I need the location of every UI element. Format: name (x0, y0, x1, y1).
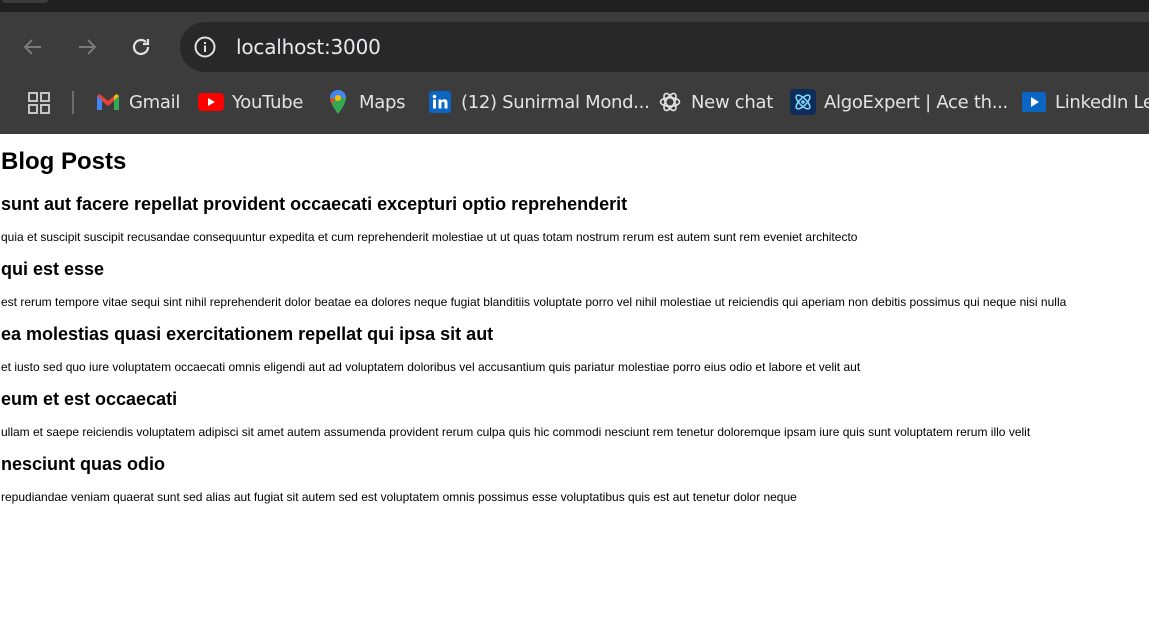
bookmark-algoexpert[interactable]: AlgoExpert | Ace th... (790, 82, 1008, 122)
bookmarks-bar: Gmail YouTube Maps (12) Sunirmal Mond... (0, 82, 1149, 122)
bookmark-linkedin[interactable]: (12) Sunirmal Mond... (427, 82, 650, 122)
bookmark-label: LinkedIn Lea (1055, 91, 1149, 113)
address-bar-url[interactable]: localhost:3000 (236, 22, 381, 72)
post-body: repudiandae veniam quaerat sunt sed alia… (1, 490, 797, 504)
bookmark-new-chat[interactable]: New chat (657, 82, 773, 122)
bookmark-gmail[interactable]: Gmail (95, 82, 180, 122)
bookmark-label: YouTube (232, 91, 304, 113)
post-title: qui est esse (1, 259, 105, 279)
address-bar[interactable]: localhost:3000 (180, 22, 1149, 72)
post-body: ullam et saepe reiciendis voluptatem adi… (1, 425, 1031, 439)
linkedin-icon (427, 89, 453, 115)
apps-grid-icon[interactable] (26, 90, 52, 116)
chatgpt-icon (657, 89, 683, 115)
bookmark-youtube[interactable]: YouTube (198, 82, 303, 122)
post-body: et iusto sed quo iure voluptatem occaeca… (1, 360, 861, 374)
bookmark-linkedin-learning[interactable]: LinkedIn Lea (1021, 82, 1149, 122)
maps-icon (325, 89, 351, 115)
site-info-icon[interactable] (192, 34, 218, 60)
arrow-right-icon (79, 39, 97, 55)
gmail-icon (95, 89, 121, 115)
post-body: quia et suscipit suscipit recusandae con… (1, 230, 858, 244)
page-content: Blog Posts sunt aut facere repellat prov… (0, 134, 1149, 634)
page-title: Blog Posts (1, 148, 127, 175)
tab[interactable] (2, 0, 48, 3)
browser-chrome: localhost:3000 Gmail YouTube Maps (12) S… (0, 0, 1149, 134)
linkedin-learning-icon (1021, 89, 1047, 115)
post-title: eum et est occaecati (1, 389, 178, 409)
reload-button[interactable] (121, 27, 161, 67)
browser-toolbar: localhost:3000 (0, 12, 1149, 82)
bookmark-label: (12) Sunirmal Mond... (461, 91, 650, 113)
algoexpert-icon (790, 89, 816, 115)
youtube-icon (198, 89, 224, 115)
tab-strip (0, 0, 1149, 12)
post-body: est rerum tempore vitae sequi sint nihil… (1, 295, 1067, 309)
bookmark-maps[interactable]: Maps (325, 82, 405, 122)
post-title: sunt aut facere repellat provident occae… (1, 194, 628, 214)
arrow-left-icon (23, 39, 41, 55)
bookmark-label: Gmail (129, 91, 181, 113)
post-title: nesciunt quas odio (1, 454, 166, 474)
bookmark-label: New chat (691, 91, 773, 113)
bookmark-label: Maps (359, 91, 406, 113)
bookmarks-separator (72, 91, 74, 114)
post-title: ea molestias quasi exercitationem repell… (1, 324, 494, 344)
reload-icon (132, 38, 150, 56)
back-button[interactable] (13, 27, 53, 67)
bookmark-label: AlgoExpert | Ace th... (824, 91, 1008, 113)
forward-button[interactable] (67, 27, 107, 67)
